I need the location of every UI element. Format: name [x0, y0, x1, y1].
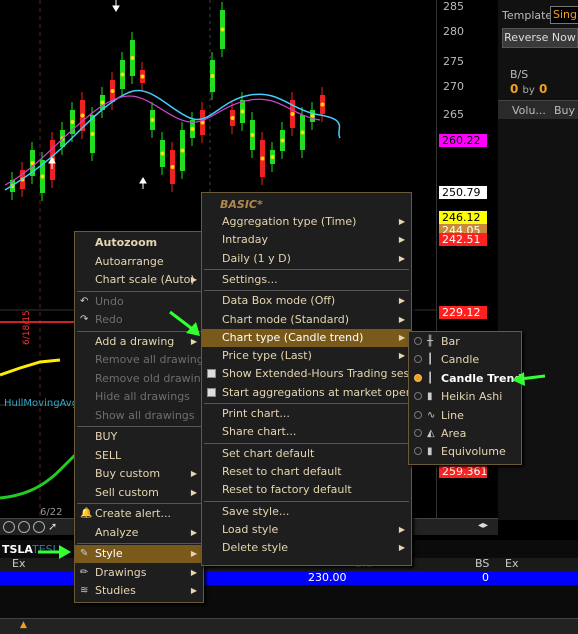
annotation-arrow [512, 372, 546, 386]
annotation-arrow [38, 545, 71, 559]
annotation-arrow [169, 310, 200, 336]
annotation-overlay [38, 310, 546, 559]
